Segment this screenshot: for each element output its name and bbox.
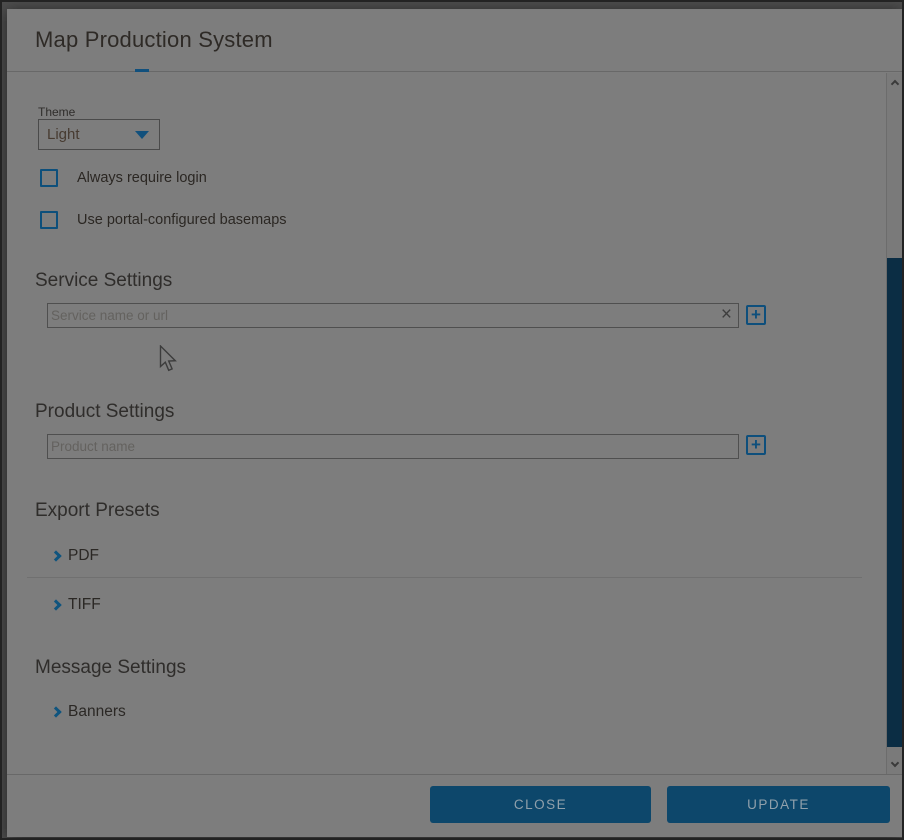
mouse-cursor (159, 345, 177, 372)
chevron-right-icon (50, 706, 61, 717)
portal-basemaps-checkbox[interactable] (40, 211, 58, 229)
map-production-system-dialog: Map Production System Theme Light Always… (7, 9, 902, 837)
plus-icon: + (751, 436, 761, 453)
plus-icon: + (751, 306, 761, 323)
banners-label: Banners (68, 703, 126, 721)
dialog-title: Map Production System (35, 27, 273, 53)
banners-row[interactable]: Banners (52, 696, 126, 727)
theme-select[interactable]: Light (38, 119, 160, 150)
chevron-down-icon (890, 759, 898, 767)
scrollbar-thumb[interactable] (887, 258, 902, 747)
export-preset-label: PDF (68, 547, 99, 565)
product-input-placeholder: Product name (51, 439, 732, 454)
dialog-header: Map Production System (7, 9, 902, 72)
service-settings-heading: Service Settings (35, 270, 172, 292)
chevron-right-icon (50, 599, 61, 610)
theme-select-value: Light (47, 126, 80, 143)
close-button[interactable]: CLOSE (430, 786, 651, 823)
product-name-input[interactable]: Product name (47, 434, 739, 459)
add-service-button[interactable]: + (746, 305, 766, 325)
export-presets-heading: Export Presets (35, 500, 160, 522)
checkbox-row-always-require-login: Always require login (40, 168, 207, 187)
checkbox-label: Use portal-configured basemaps (77, 212, 287, 228)
service-name-input[interactable]: Service name or url × (47, 303, 739, 328)
row-divider (27, 577, 862, 578)
service-input-placeholder: Service name or url (51, 308, 721, 323)
export-preset-pdf-row[interactable]: PDF (52, 540, 99, 571)
clipped-scrolled-element (135, 69, 149, 72)
update-button[interactable]: UPDATE (667, 786, 890, 823)
chevron-right-icon (50, 550, 61, 561)
message-settings-heading: Message Settings (35, 657, 186, 679)
checkbox-row-portal-basemaps: Use portal-configured basemaps (40, 210, 287, 229)
scroll-down-button[interactable] (887, 755, 902, 774)
clear-input-icon[interactable]: × (721, 305, 732, 324)
export-preset-label: TIFF (68, 596, 101, 614)
always-require-login-checkbox[interactable] (40, 169, 58, 187)
add-product-button[interactable]: + (746, 435, 766, 455)
product-settings-heading: Product Settings (35, 401, 174, 423)
vertical-scrollbar[interactable] (886, 73, 902, 774)
dropdown-arrow-icon (135, 131, 149, 139)
dialog-scroll-content: Theme Light Always require login Use por… (7, 73, 886, 774)
dialog-footer: CLOSE UPDATE (7, 774, 902, 837)
scroll-up-button[interactable] (887, 73, 902, 92)
checkbox-label: Always require login (77, 170, 207, 186)
export-preset-tiff-row[interactable]: TIFF (52, 589, 101, 620)
screen: Map Production System Theme Light Always… (0, 0, 904, 840)
theme-label: Theme (38, 105, 75, 119)
chevron-up-icon (890, 80, 898, 88)
